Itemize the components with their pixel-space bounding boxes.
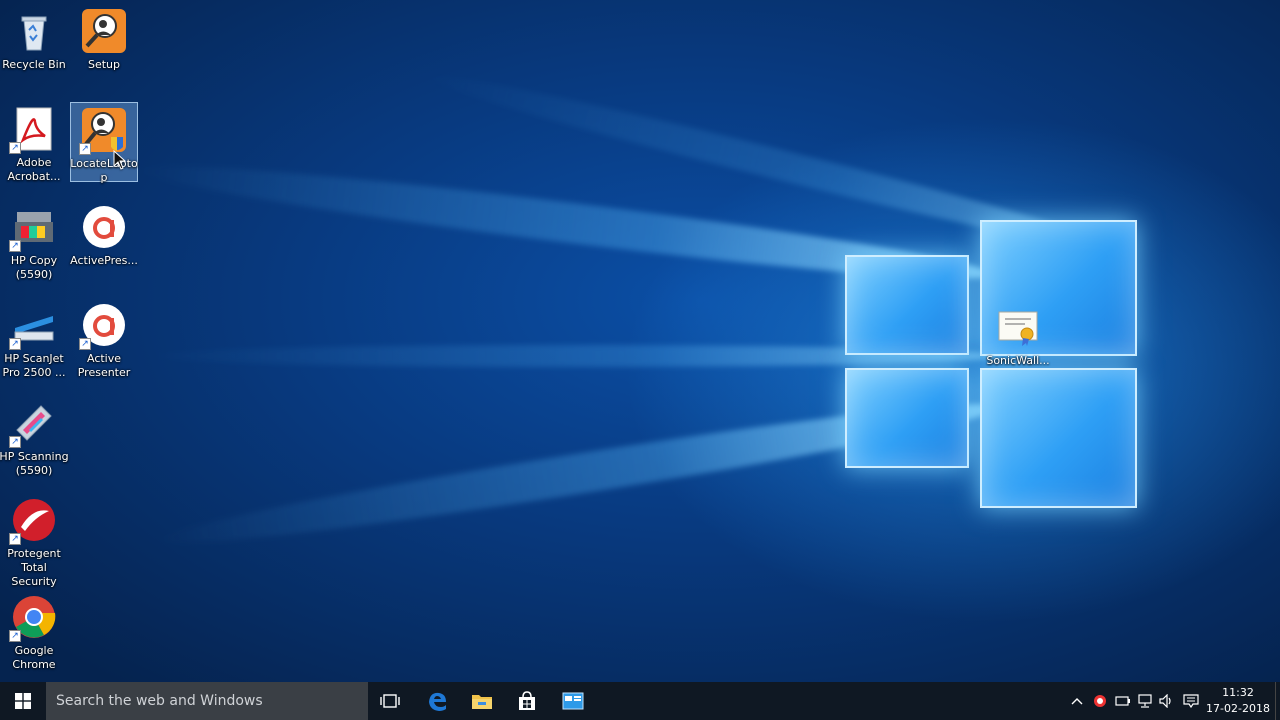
google-chrome-icon: ↗ (9, 594, 57, 642)
desktop-icon-hp-copy[interactable]: ↗ HP Copy (5590) (0, 200, 68, 281)
shortcut-arrow-icon: ↗ (9, 338, 21, 350)
windows-logo-pane (845, 368, 969, 468)
shortcut-arrow-icon: ↗ (9, 436, 21, 448)
desktop-icon-label: Protegent Total Security (7, 547, 61, 588)
app-window-button[interactable] (550, 682, 596, 720)
start-button[interactable] (0, 682, 46, 720)
desktop-icon-label: Google Chrome (12, 644, 56, 671)
show-hidden-icons-button[interactable] (1066, 682, 1088, 720)
desktop-icon-label: HP Scanning (5590) (0, 450, 69, 477)
desktop-icon-active-presenter[interactable]: ↗ Active Presenter (70, 298, 138, 379)
desktop-icon-activepresenter[interactable]: ActivePres... (70, 200, 138, 280)
battery-button[interactable] (1112, 682, 1134, 720)
desktop-icon-label: SonicWall... (986, 354, 1050, 367)
desktop-icon-sonicwall[interactable]: SonicWall... (984, 300, 1052, 380)
windows-logo-pane (845, 255, 969, 355)
edge-icon (429, 692, 446, 711)
shortcut-arrow-icon: ↗ (9, 630, 21, 642)
desktop-icon-label: Recycle Bin (2, 58, 66, 71)
action-center-icon (1183, 694, 1199, 708)
desktop[interactable]: Recycle Bin Setup ↗ Adobe Acrobat... ↗ L… (0, 0, 1280, 682)
edge-button[interactable] (414, 682, 460, 720)
shortcut-arrow-icon: ↗ (9, 142, 21, 154)
sonicwall-certificate-icon (995, 304, 1041, 350)
desktop-icon-adobe-acrobat[interactable]: ↗ Adobe Acrobat... (0, 102, 68, 183)
battery-icon (1115, 696, 1130, 706)
hp-copy-icon: ↗ (9, 204, 57, 252)
desktop-icon-locatelaptop[interactable]: ↗ LocateLaptop (70, 102, 138, 184)
chevron-up-icon (1071, 698, 1083, 705)
desktop-icon-label: Active Presenter (77, 352, 131, 379)
store-icon (519, 691, 535, 710)
adobe-acrobat-icon: ↗ (9, 106, 57, 154)
active-presenter-icon: ↗ (79, 302, 127, 350)
store-button[interactable] (504, 682, 550, 720)
desktop-icon-label: Setup (87, 58, 121, 71)
volume-icon (1159, 694, 1171, 708)
tray-red-circle-icon (1094, 695, 1106, 707)
windows-logo-pane (980, 368, 1137, 508)
search-box[interactable]: Search the web and Windows (46, 682, 368, 720)
system-clock[interactable]: 11:32 17-02-2018 (1204, 685, 1272, 717)
desktop-icon-label: Adobe Acrobat... (7, 156, 61, 183)
task-view-button[interactable] (367, 682, 413, 720)
mouse-cursor-icon (113, 149, 127, 174)
desktop-icon-hp-scanjet[interactable]: ↗ HP ScanJet Pro 2500 ... (0, 298, 68, 379)
activepresenter-icon (81, 204, 127, 250)
clock-time: 11:32 (1222, 686, 1254, 699)
hp-scanjet-icon: ↗ (9, 302, 57, 350)
windows-start-icon (15, 693, 31, 709)
desktop-icon-label: HP ScanJet Pro 2500 ... (2, 352, 66, 379)
hp-scanning-icon: ↗ (9, 400, 57, 448)
desktop-icon-google-chrome[interactable]: ↗ Google Chrome (0, 590, 68, 671)
file-explorer-icon (472, 695, 492, 709)
desktop-icon-hp-scanning[interactable]: ↗ HP Scanning (5590) (0, 396, 69, 477)
desktop-icon-setup[interactable]: Setup (70, 4, 138, 84)
show-desktop-button[interactable] (1275, 682, 1280, 720)
action-center-button[interactable] (1180, 682, 1202, 720)
task-view-icon (380, 694, 400, 708)
file-explorer-button[interactable] (459, 682, 505, 720)
network-button[interactable] (1134, 682, 1156, 720)
locatelaptop-icon: ↗ (79, 107, 127, 155)
desktop-icon-recycle-bin[interactable]: Recycle Bin (0, 4, 68, 84)
app-window-icon (562, 692, 584, 710)
setup-icon (81, 8, 127, 54)
desktop-icon-label: LocateLaptop (70, 157, 138, 184)
shortcut-arrow-icon: ↗ (79, 143, 91, 155)
protegent-icon: ↗ (9, 497, 57, 545)
shortcut-arrow-icon: ↗ (9, 240, 21, 252)
shortcut-arrow-icon: ↗ (9, 533, 21, 545)
desktop-icon-label: HP Copy (5590) (10, 254, 58, 281)
network-icon (1138, 694, 1152, 708)
volume-button[interactable] (1156, 682, 1178, 720)
clock-date: 17-02-2018 (1206, 702, 1270, 715)
desktop-icon-label: ActivePres... (70, 254, 138, 267)
desktop-icon-protegent[interactable]: ↗ Protegent Total Security (0, 493, 68, 588)
recycle-bin-icon (11, 8, 57, 54)
taskbar: Search the web and Windows 11:32 17-02-2… (0, 682, 1280, 720)
shortcut-arrow-icon: ↗ (79, 338, 91, 350)
tray-app-button[interactable] (1089, 682, 1111, 720)
